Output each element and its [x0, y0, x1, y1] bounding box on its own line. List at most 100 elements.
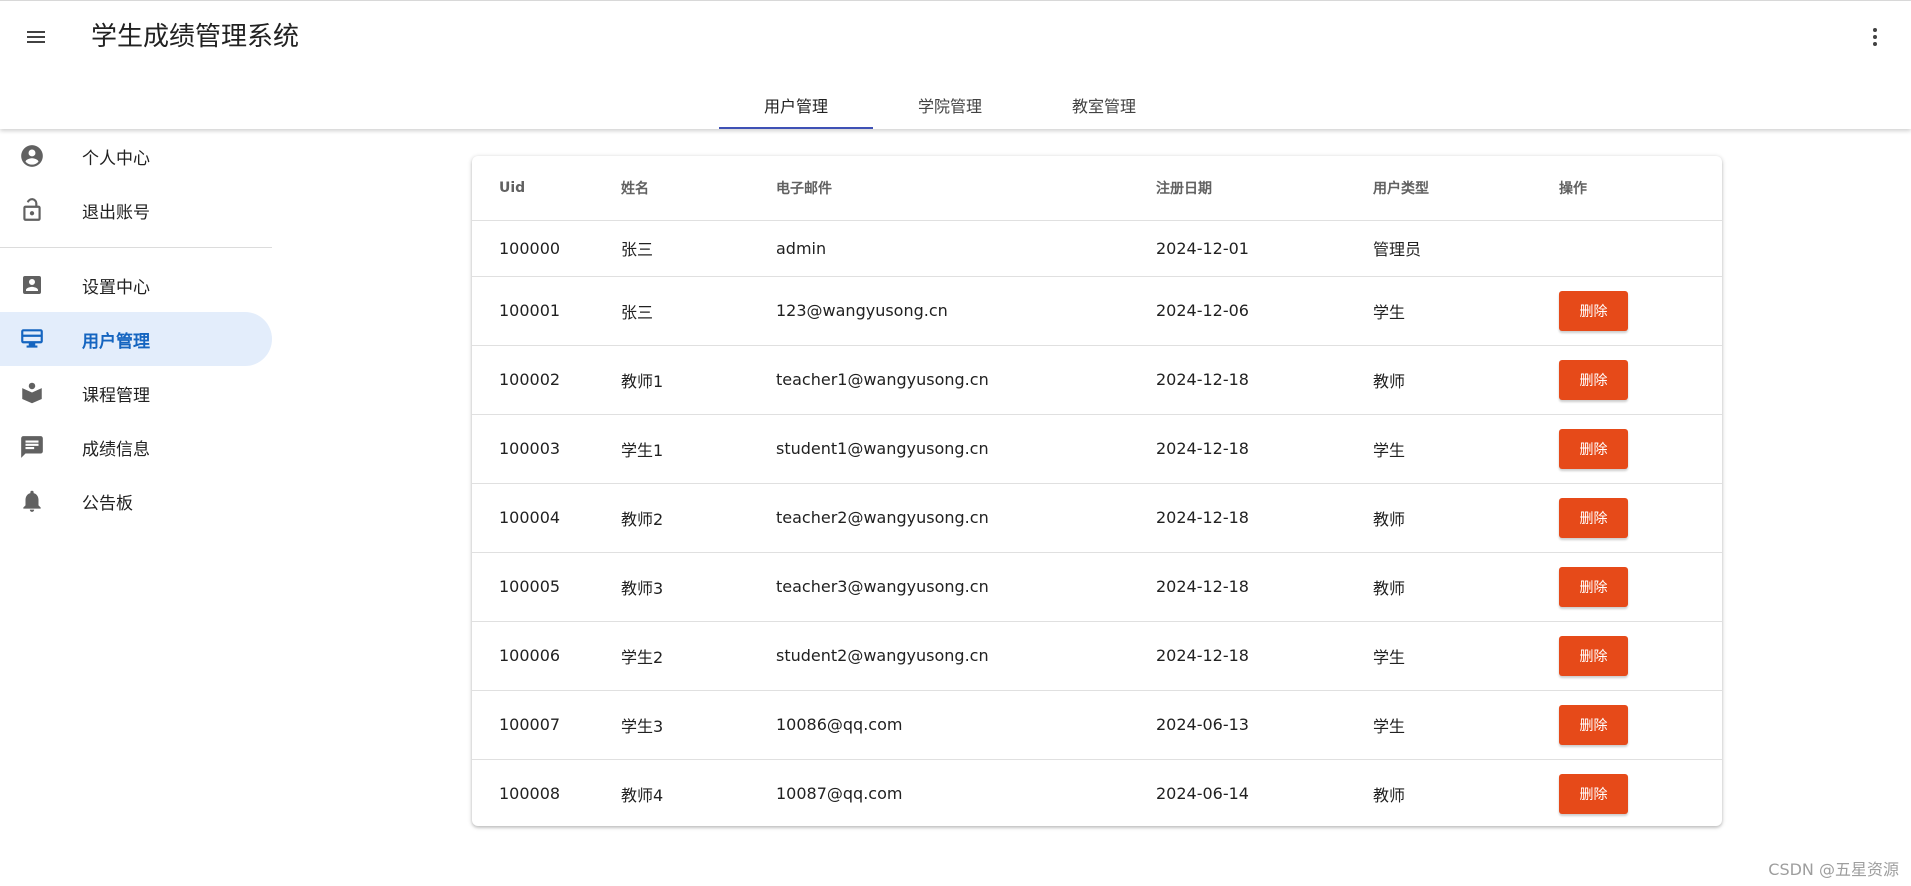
cell-date: 2024-12-01: [1156, 220, 1373, 277]
cell-uid: 100007: [472, 690, 621, 760]
cell-type: 教师: [1373, 785, 1406, 805]
cell-name: 学生1: [621, 414, 776, 484]
delete-button[interactable]: 删除: [1559, 635, 1628, 676]
sidebar-item-settings-center[interactable]: 设置中心: [0, 258, 272, 312]
cell-type: 教师: [1373, 483, 1559, 553]
cell-date: 2024-06-14: [1156, 784, 1249, 804]
tab-bar: 用户管理 学院管理 教室管理: [719, 81, 1181, 129]
tab-user-management[interactable]: 用户管理: [719, 81, 873, 129]
delete-button[interactable]: 删除: [1559, 290, 1628, 331]
table-row: 100006 学生2 student2@wangyusong.cn 2024-1…: [472, 621, 1722, 691]
cell-email: student1@wangyusong.cn: [776, 414, 1156, 484]
table-row: 100000 张三 admin 2024-12-01 管理员: [472, 220, 1722, 277]
cell-name: 教师1: [621, 345, 776, 415]
account-circle-icon: [18, 142, 46, 170]
sidebar-item-label: 用户管理: [82, 331, 150, 352]
table-row: 100008 教师4 10087@qq.com 2024-06-14 教师 删除: [472, 759, 1722, 826]
cell-uid: 100000: [472, 220, 621, 277]
cell-actions: [1559, 220, 1722, 277]
app-title: 学生成绩管理系统: [91, 22, 300, 52]
cell-name: 教师2: [621, 483, 776, 553]
contact-card-icon: [18, 271, 46, 299]
cell-actions: 删除: [1559, 345, 1722, 415]
table-row: 100004 教师2 teacher2@wangyusong.cn 2024-1…: [472, 483, 1722, 553]
cell-email: admin: [776, 220, 1156, 277]
app-bar: 学生成绩管理系统 用户管理 学院管理 教室管理: [0, 0, 1911, 129]
sidebar-divider: [0, 247, 272, 248]
user-table: Uid 姓名 电子邮件 注册日期 用户类型 操作 100000 张三 admin…: [472, 156, 1722, 826]
more-vertical-icon[interactable]: [1855, 17, 1895, 57]
sidebar-item-course-management[interactable]: 课程管理: [0, 366, 272, 420]
cell-uid: 100006: [472, 621, 621, 691]
cell-date: 2024-06-13: [1156, 690, 1373, 760]
cell-date: 2024-12-18: [1156, 414, 1373, 484]
cell-email: student2@wangyusong.cn: [776, 621, 1156, 691]
cell-email: teacher2@wangyusong.cn: [776, 483, 1156, 553]
table-row: 100005 教师3 teacher3@wangyusong.cn 2024-1…: [472, 552, 1722, 622]
cell-type: 学生: [1373, 621, 1559, 691]
cell-actions: 删除: [1559, 414, 1722, 484]
tab-classroom-management[interactable]: 教室管理: [1027, 81, 1181, 129]
cell-actions: 删除: [1559, 690, 1722, 760]
cell-uid: 100001: [472, 276, 621, 346]
cell-email: teacher3@wangyusong.cn: [776, 552, 1156, 622]
delete-button[interactable]: 删除: [1559, 359, 1628, 400]
column-header-email[interactable]: 电子邮件: [776, 156, 1156, 221]
tab-college-management[interactable]: 学院管理: [873, 81, 1027, 129]
column-header-register-date[interactable]: 注册日期: [1156, 156, 1373, 221]
cell-actions: 删除: [1559, 276, 1722, 346]
delete-button[interactable]: 删除: [1559, 566, 1628, 607]
sidebar-item-grade-info[interactable]: 成绩信息: [0, 420, 272, 474]
cell-actions: 删除: [1559, 552, 1722, 622]
cell-uid: 100008: [499, 784, 561, 804]
cell-actions: 删除: [1559, 483, 1722, 553]
delete-button[interactable]: 删除: [1559, 497, 1628, 538]
table-row: 100003 学生1 student1@wangyusong.cn 2024-1…: [472, 414, 1722, 484]
column-header-user-type[interactable]: 用户类型: [1373, 156, 1559, 221]
sidebar-item-personal-center[interactable]: 个人中心: [0, 129, 272, 183]
cell-name: 张三: [621, 276, 776, 346]
cell-type: 管理员: [1373, 220, 1559, 277]
sidebar-item-logout[interactable]: 退出账号: [0, 183, 272, 237]
sidebar-item-label: 退出账号: [82, 202, 150, 223]
cell-uid: 100003: [472, 414, 621, 484]
watermark: CSDN @五星资源: [1768, 860, 1899, 879]
column-header-actions: 操作: [1559, 156, 1722, 221]
message-icon: [18, 433, 46, 461]
cell-email: 123@wangyusong.cn: [776, 276, 1156, 346]
sidebar-item-label: 成绩信息: [82, 439, 150, 460]
sidebar-item-label: 公告板: [82, 493, 133, 514]
sidebar: 个人中心 退出账号 设置中心 用户管理 课程管理 成绩信息 公告板: [0, 129, 272, 886]
cell-actions: 删除: [1559, 759, 1722, 826]
column-header-uid[interactable]: Uid: [472, 156, 621, 221]
cell-date: 2024-12-06: [1156, 276, 1373, 346]
cell-date: 2024-12-18: [1156, 621, 1373, 691]
book-open-icon: [18, 379, 46, 407]
cell-date: 2024-12-18: [1156, 483, 1373, 553]
sidebar-item-user-management[interactable]: 用户管理: [0, 312, 272, 366]
sidebar-item-bulletin-board[interactable]: 公告板: [0, 474, 272, 528]
cell-type: 教师: [1373, 345, 1559, 415]
hamburger-menu-icon[interactable]: [16, 17, 56, 57]
delete-button[interactable]: 删除: [1559, 704, 1628, 745]
lock-open-icon: [18, 196, 46, 224]
bell-icon: [18, 487, 46, 515]
cell-name: 学生3: [621, 690, 776, 760]
cell-name: 教师4: [621, 785, 664, 805]
cell-name: 教师3: [621, 552, 776, 622]
user-management-icon: [18, 325, 46, 353]
sidebar-item-label: 个人中心: [82, 148, 150, 169]
cell-name: 张三: [621, 220, 776, 277]
cell-uid: 100005: [472, 552, 621, 622]
column-header-name[interactable]: 姓名: [621, 156, 776, 221]
cell-uid: 100004: [472, 483, 621, 553]
table-header-row: Uid 姓名 电子邮件 注册日期 用户类型 操作: [472, 156, 1722, 221]
sidebar-item-label: 课程管理: [82, 385, 150, 406]
delete-button[interactable]: 删除: [1559, 773, 1628, 814]
delete-button[interactable]: 删除: [1559, 428, 1628, 469]
table-row: 100002 教师1 teacher1@wangyusong.cn 2024-1…: [472, 345, 1722, 415]
cell-date: 2024-12-18: [1156, 552, 1373, 622]
cell-email: teacher1@wangyusong.cn: [776, 345, 1156, 415]
cell-email: 10087@qq.com: [776, 784, 903, 804]
cell-type: 学生: [1373, 414, 1559, 484]
